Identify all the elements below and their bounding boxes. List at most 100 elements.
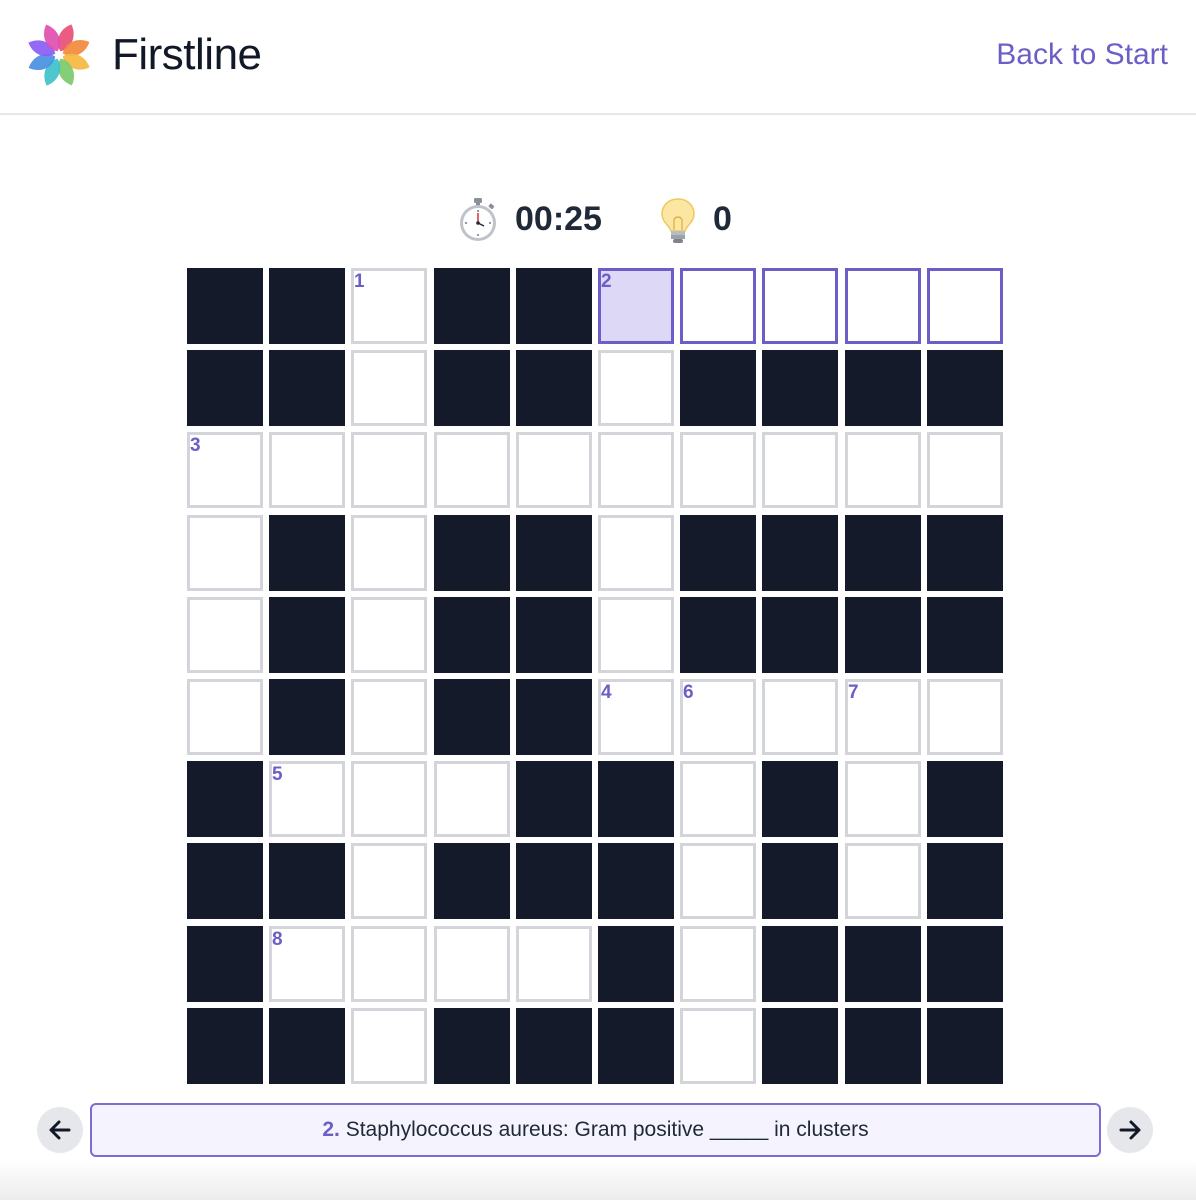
lightbulb-icon	[661, 198, 695, 243]
grid-cell[interactable]	[845, 761, 921, 837]
grid-cell[interactable]	[762, 432, 838, 508]
black-cell	[845, 515, 921, 591]
grid-cell[interactable]	[351, 926, 427, 1002]
hints-count: 0	[713, 200, 732, 238]
grid-cell[interactable]	[351, 761, 427, 837]
grid-cell[interactable]	[680, 843, 756, 919]
black-cell	[927, 1008, 1003, 1084]
cell-number: 3	[190, 435, 201, 456]
black-cell	[516, 515, 592, 591]
grid-cell[interactable]	[845, 268, 921, 344]
timer-display: 00:25	[515, 200, 602, 238]
black-cell	[269, 843, 345, 919]
grid-cell[interactable]	[680, 761, 756, 837]
black-cell	[187, 268, 263, 344]
black-cell	[927, 597, 1003, 673]
previous-clue-button[interactable]	[37, 1107, 83, 1153]
grid-cell[interactable]	[762, 268, 838, 344]
grid-cell[interactable]	[680, 1008, 756, 1084]
grid-cell[interactable]: 4	[598, 679, 674, 755]
grid-cell[interactable]	[516, 432, 592, 508]
grid-cell[interactable]	[516, 926, 592, 1002]
back-to-start-link[interactable]: Back to Start	[996, 38, 1168, 72]
crossword-grid: 1 2 3 4 6 7 5 8	[187, 268, 1007, 1088]
black-cell	[187, 350, 263, 426]
grid-cell[interactable]	[927, 679, 1003, 755]
black-cell	[269, 350, 345, 426]
grid-cell[interactable]	[351, 432, 427, 508]
grid-cell[interactable]	[598, 432, 674, 508]
firstline-logo-icon	[28, 24, 90, 86]
grid-cell[interactable]: 6	[680, 679, 756, 755]
grid-cell[interactable]: 8	[269, 926, 345, 1002]
black-cell	[516, 679, 592, 755]
next-clue-button[interactable]	[1107, 1107, 1153, 1153]
black-cell	[434, 843, 510, 919]
grid-cell[interactable]	[845, 843, 921, 919]
black-cell	[434, 597, 510, 673]
grid-cell[interactable]	[762, 679, 838, 755]
cell-number: 5	[272, 764, 283, 785]
grid-cell[interactable]	[598, 597, 674, 673]
cell-number: 4	[601, 682, 612, 703]
grid-cell[interactable]	[680, 432, 756, 508]
brand-name: Firstline	[112, 30, 262, 79]
grid-cell[interactable]	[845, 432, 921, 508]
black-cell	[927, 515, 1003, 591]
black-cell	[762, 926, 838, 1002]
grid-cell[interactable]	[598, 350, 674, 426]
grid-cell[interactable]	[351, 1008, 427, 1084]
black-cell	[762, 761, 838, 837]
black-cell	[845, 1008, 921, 1084]
black-cell	[516, 268, 592, 344]
black-cell	[762, 597, 838, 673]
black-cell	[598, 1008, 674, 1084]
black-cell	[598, 761, 674, 837]
grid-cell[interactable]	[434, 926, 510, 1002]
black-cell	[187, 843, 263, 919]
grid-cell[interactable]: 1	[351, 268, 427, 344]
black-cell	[927, 843, 1003, 919]
clue-bar[interactable]: 2. Staphylococcus aureus: Gram positive …	[90, 1103, 1101, 1157]
grid-cell[interactable]	[680, 926, 756, 1002]
grid-cell[interactable]	[434, 432, 510, 508]
clue-number: 2.	[322, 1118, 340, 1141]
app-header: Firstline Back to Start	[0, 0, 1196, 115]
black-cell	[269, 597, 345, 673]
black-cell	[516, 597, 592, 673]
grid-cell[interactable]	[187, 597, 263, 673]
grid-cell[interactable]	[351, 515, 427, 591]
black-cell	[434, 1008, 510, 1084]
black-cell	[845, 350, 921, 426]
grid-cell[interactable]	[351, 843, 427, 919]
grid-cell[interactable]: 7	[845, 679, 921, 755]
black-cell	[762, 350, 838, 426]
black-cell	[434, 350, 510, 426]
cell-number: 6	[683, 682, 694, 703]
arrow-right-icon	[1119, 1120, 1141, 1140]
grid-cell[interactable]: 5	[269, 761, 345, 837]
grid-cell[interactable]: 3	[187, 432, 263, 508]
black-cell	[762, 843, 838, 919]
grid-cell[interactable]	[187, 679, 263, 755]
black-cell	[434, 515, 510, 591]
grid-cell[interactable]	[927, 432, 1003, 508]
black-cell	[927, 926, 1003, 1002]
grid-cell[interactable]	[598, 515, 674, 591]
black-cell	[434, 679, 510, 755]
grid-cell[interactable]	[927, 268, 1003, 344]
grid-cell[interactable]	[187, 515, 263, 591]
black-cell	[516, 761, 592, 837]
grid-cell[interactable]	[351, 597, 427, 673]
black-cell	[762, 1008, 838, 1084]
grid-cell[interactable]	[680, 268, 756, 344]
grid-cell[interactable]: 2	[598, 268, 674, 344]
black-cell	[598, 926, 674, 1002]
black-cell	[269, 1008, 345, 1084]
grid-cell[interactable]	[434, 761, 510, 837]
black-cell	[598, 843, 674, 919]
grid-cell[interactable]	[351, 350, 427, 426]
grid-cell[interactable]	[351, 679, 427, 755]
grid-cell[interactable]	[269, 432, 345, 508]
black-cell	[516, 843, 592, 919]
